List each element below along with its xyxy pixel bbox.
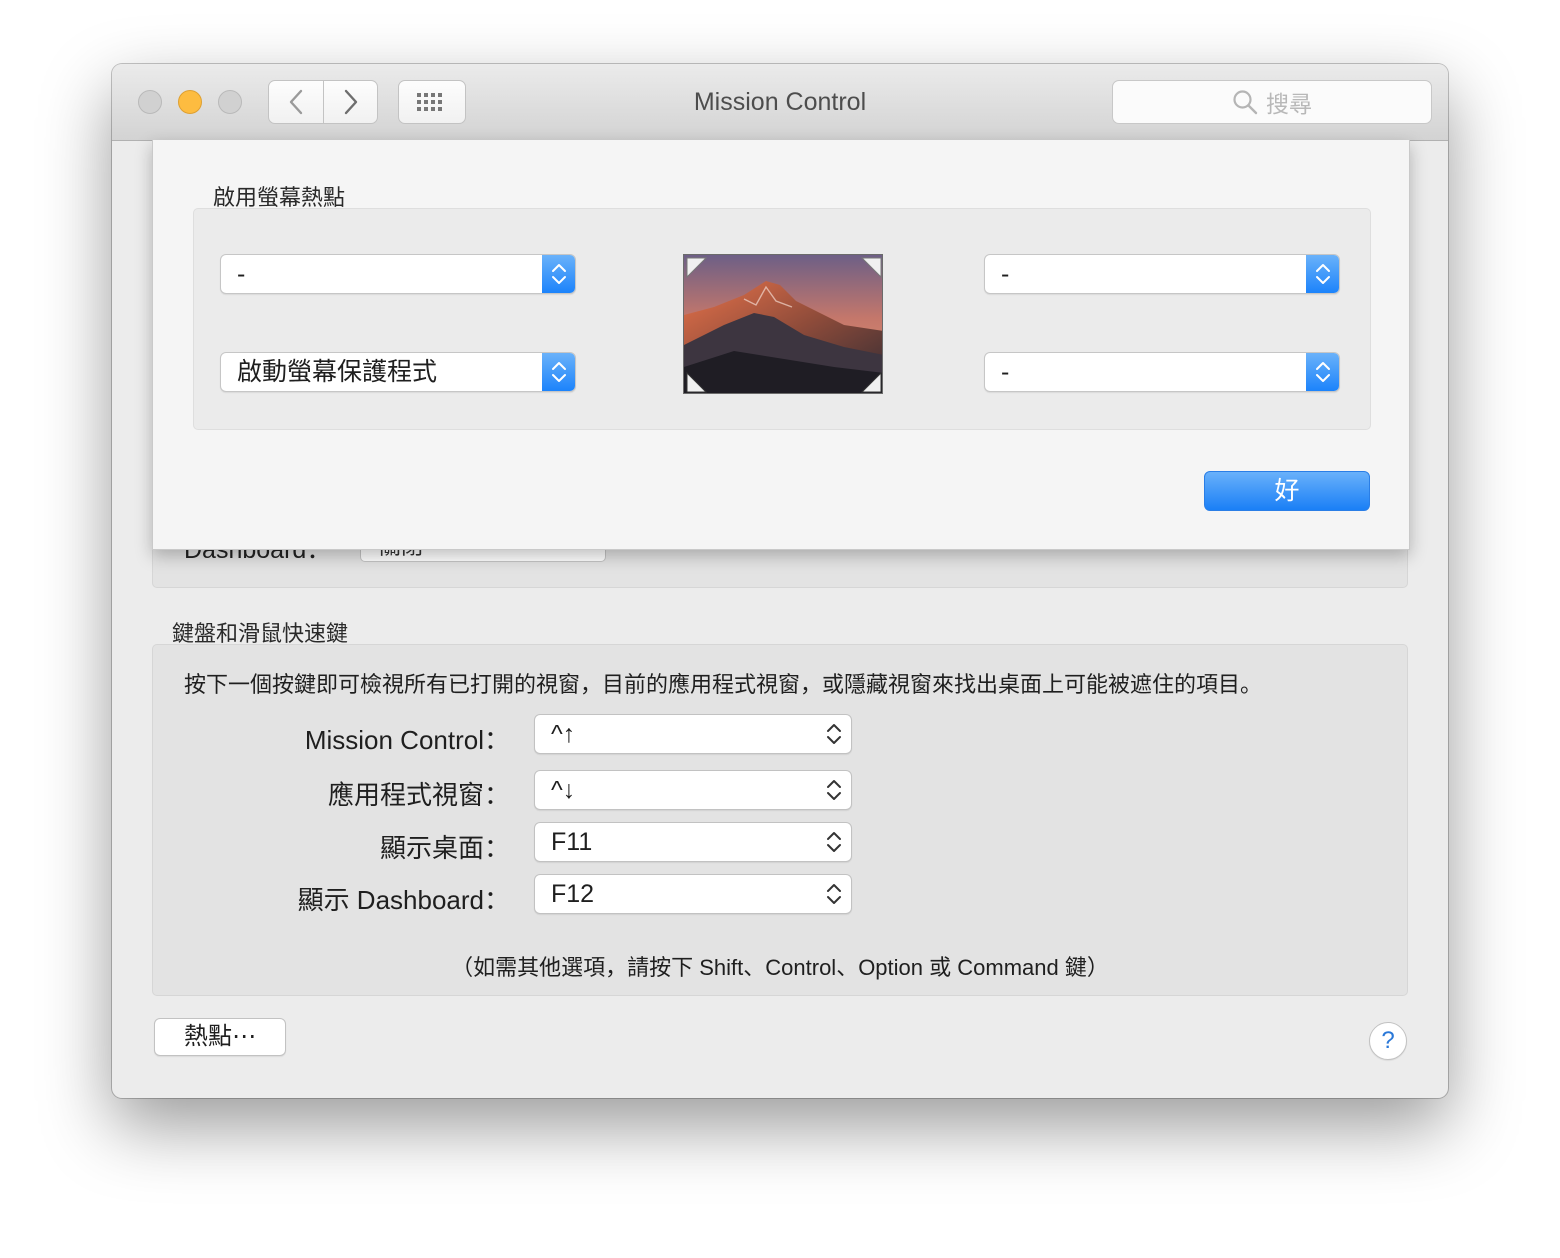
screen-preview — [683, 254, 883, 394]
top-left-corner-value: - — [237, 260, 246, 288]
mission-control-shortcut-label: Mission Control： — [304, 725, 510, 755]
help-button[interactable]: ? — [1369, 1022, 1407, 1060]
up-down-chevron-icon — [552, 362, 566, 382]
show-desktop-shortcut-label: 顯示桌面： — [379, 833, 510, 863]
keyboard-description: 按下一個按鍵即可檢視所有已打開的視窗，目前的應用程式視窗，或隱藏視窗來找出桌面上… — [184, 672, 1263, 697]
popup-stepper — [542, 255, 575, 293]
top-right-corner-popup[interactable]: - — [984, 254, 1340, 294]
modifier-key-note: （如需其他選項，請按下 Shift、Control、Option 或 Comma… — [451, 955, 1109, 980]
search-icon — [1233, 90, 1258, 115]
search-placeholder: 搜尋 — [1266, 91, 1312, 117]
popup-stepper — [542, 353, 575, 391]
preferences-window: Mission Control 搜尋 Dashboard： 關閉 鍵盤和滑鼠快速… — [112, 64, 1448, 1098]
show-dashboard-shortcut-label: 顯示 Dashboard： — [297, 885, 510, 915]
hot-corners-button[interactable]: 熱點⋯ — [154, 1018, 286, 1056]
hot-corners-sheet: 啟用螢幕熱點 - - 啟動螢幕保護程式 - 好 — [152, 140, 1410, 550]
show-desktop-shortcut-value: F11 — [551, 828, 593, 856]
show-desktop-shortcut-popup[interactable]: F11 — [534, 822, 852, 862]
app-windows-shortcut-popup[interactable]: ^↓ — [534, 770, 852, 810]
show-dashboard-shortcut-value: F12 — [551, 880, 595, 908]
bottom-left-corner-popup[interactable]: 啟動螢幕保護程式 — [220, 352, 576, 392]
up-down-chevron-icon — [1316, 362, 1330, 382]
ok-button[interactable]: 好 — [1204, 471, 1370, 511]
search-field[interactable]: 搜尋 — [1112, 80, 1432, 124]
bottom-left-corner-value: 啟動螢幕保護程式 — [237, 358, 438, 386]
up-down-chevron-icon — [552, 264, 566, 284]
mission-control-shortcut-value: ^↑ — [551, 720, 576, 748]
wallpaper-mountain-image — [684, 255, 882, 393]
popup-stepper — [1306, 255, 1339, 293]
title-bar: Mission Control 搜尋 — [112, 64, 1448, 141]
top-left-corner-popup[interactable]: - — [220, 254, 576, 294]
show-dashboard-shortcut-popup[interactable]: F12 — [534, 874, 852, 914]
up-down-chevron-icon — [827, 884, 841, 904]
bottom-right-corner-popup[interactable]: - — [984, 352, 1340, 392]
popup-stepper — [1306, 353, 1339, 391]
app-windows-shortcut-label: 應用程式視窗： — [327, 780, 510, 810]
bottom-right-corner-value: - — [1001, 358, 1010, 386]
mission-control-shortcut-popup[interactable]: ^↑ — [534, 714, 852, 754]
up-down-chevron-icon — [1316, 264, 1330, 284]
up-down-chevron-icon — [827, 724, 841, 744]
top-right-corner-value: - — [1001, 260, 1010, 288]
up-down-chevron-icon — [827, 832, 841, 852]
app-windows-shortcut-value: ^↓ — [551, 776, 576, 804]
up-down-chevron-icon — [827, 780, 841, 800]
